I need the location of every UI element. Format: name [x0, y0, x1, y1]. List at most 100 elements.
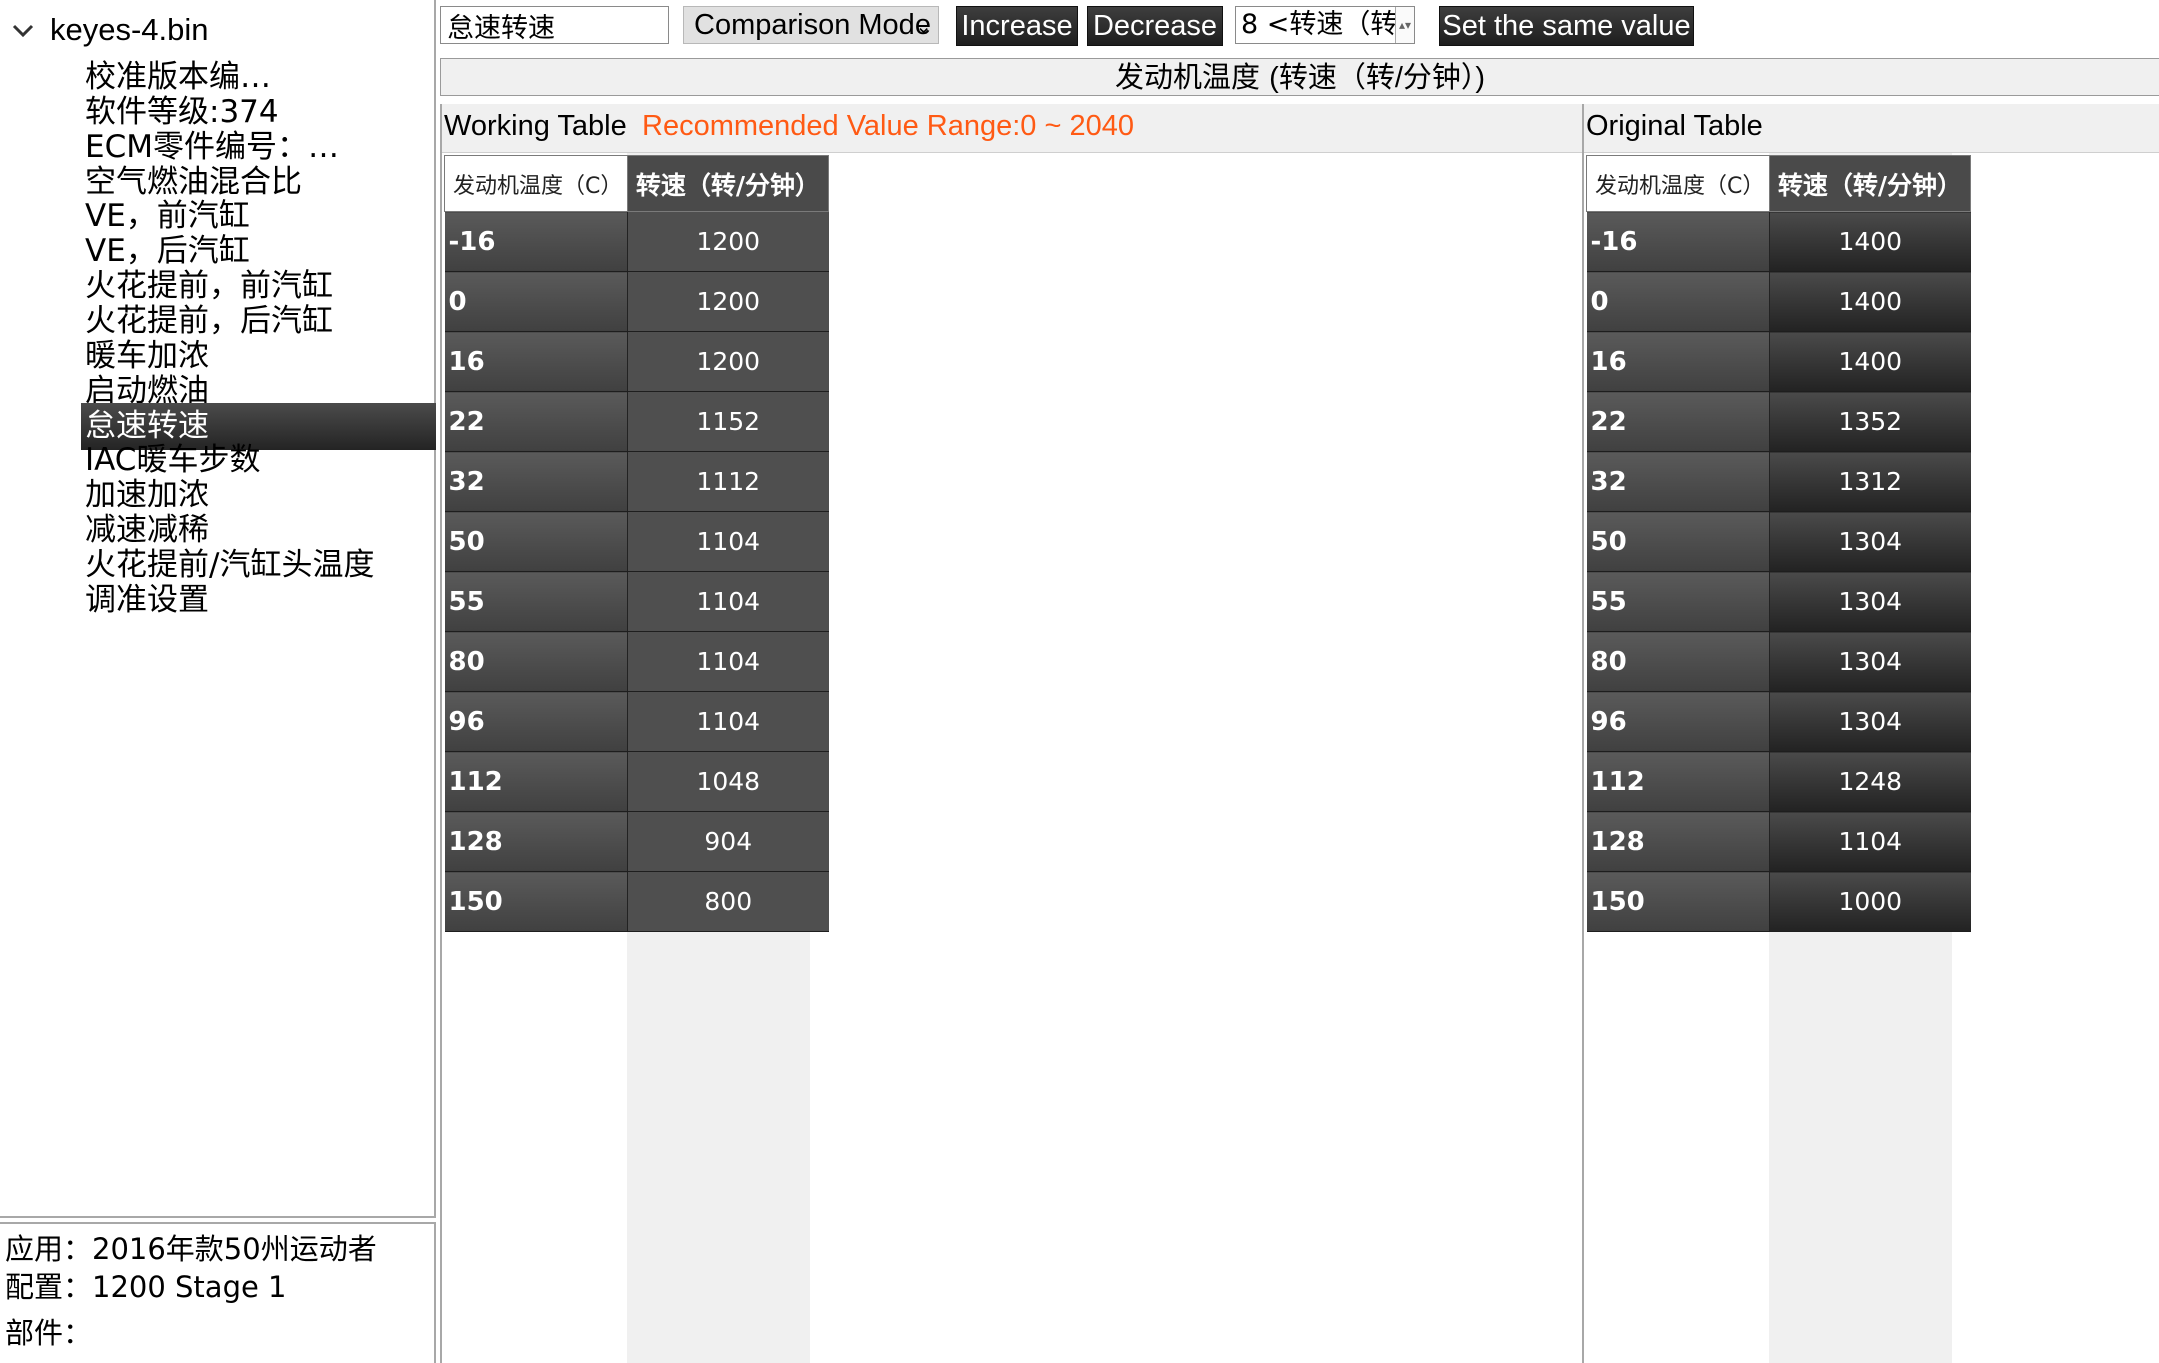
original-table-row: 55 1304	[1586, 571, 1971, 632]
working-value-cell[interactable]: 1104	[627, 511, 829, 572]
working-table-row: 112 1048	[444, 751, 829, 812]
original-table-body: -16 1400 0 1400 16 1400 22 1352 32 1312 50 1304 55 13…	[1586, 211, 1971, 932]
info-panel: 应用：2016年款50州运动者 配置：1200 Stage 1 部件：	[0, 1222, 436, 1363]
original-row-key: 128	[1586, 811, 1770, 872]
original-table: 发动机温度（C） 转速（转/分钟） -16 1400 0 1400 16 1400 22 13…	[1586, 155, 1971, 932]
application-info: 应用：2016年款50州运动者	[5, 1232, 377, 1266]
original-value-cell: 1000	[1769, 871, 1971, 932]
working-value-cell[interactable]: 1112	[627, 451, 829, 512]
mode-dropdown-label: Comparison Mode	[694, 9, 931, 41]
working-value-cell[interactable]: 800	[627, 871, 829, 932]
set-same-value-button[interactable]: Set the same value	[1439, 6, 1694, 46]
adjust-amount-select[interactable]: 8 <转速（转 ▴▾	[1235, 6, 1415, 44]
working-table: 发动机温度（C） 转速（转/分钟） -16 1200 0 1200 16 1200 22 11…	[444, 155, 829, 932]
increase-button[interactable]: Increase	[956, 6, 1078, 46]
original-table-row: 96 1304	[1586, 691, 1971, 752]
original-value-cell: 1400	[1769, 331, 1971, 392]
original-row-key: 80	[1586, 631, 1770, 692]
parts-info: 部件：	[5, 1316, 93, 1350]
table-title-unit: (转速（转/分钟）)	[1269, 62, 1486, 94]
working-row-key: 80	[444, 631, 628, 692]
original-value-column-header: 转速（转/分钟）	[1769, 155, 1971, 212]
chevron-down-icon[interactable]	[8, 15, 38, 45]
working-row-key: -16	[444, 211, 628, 272]
original-table-row: 150 1000	[1586, 871, 1971, 932]
working-row-key: 112	[444, 751, 628, 812]
decrease-button[interactable]: Decrease	[1087, 6, 1223, 46]
working-row-key: 55	[444, 571, 628, 632]
recommended-range-text: Recommended Value Range:0 ~ 2040	[642, 110, 1134, 142]
working-value-cell[interactable]: 1200	[627, 211, 829, 272]
working-table-row: 55 1104	[444, 571, 829, 632]
original-table-row: 22 1352	[1586, 391, 1971, 452]
adjust-amount-value: 8 <转速（转	[1241, 9, 1398, 40]
working-table-row: 150 800	[444, 871, 829, 932]
working-row-key: 16	[444, 331, 628, 392]
working-value-column-header: 转速（转/分钟）	[627, 155, 829, 212]
working-row-key: 96	[444, 691, 628, 752]
working-table-row: 96 1104	[444, 691, 829, 752]
working-table-row: 50 1104	[444, 511, 829, 572]
original-table-row: 32 1312	[1586, 451, 1971, 512]
working-value-cell[interactable]: 1152	[627, 391, 829, 452]
working-table-row: 80 1104	[444, 631, 829, 692]
original-value-cell: 1104	[1769, 811, 1971, 872]
original-table-row: 112 1248	[1586, 751, 1971, 812]
tree-root-node[interactable]: keyes-4.bin	[8, 10, 209, 50]
working-table-row: 32 1112	[444, 451, 829, 512]
original-table-row: 80 1304	[1586, 631, 1971, 692]
working-key-column-header: 发动机温度（C）	[444, 155, 628, 212]
working-value-cell[interactable]: 1104	[627, 691, 829, 752]
original-row-key: 96	[1586, 691, 1770, 752]
working-table-label: Working Table	[444, 110, 627, 142]
original-table-pane: Original Table 发动机温度（C） 转速（转/分钟） -16 1400…	[1582, 104, 2159, 1363]
original-table-header: Original Table	[1584, 104, 2159, 153]
chevron-down-icon: ⌄	[915, 16, 932, 38]
original-row-key: 150	[1586, 871, 1770, 932]
original-row-key: 0	[1586, 271, 1770, 332]
working-value-cell[interactable]: 1200	[627, 331, 829, 392]
original-row-key: 50	[1586, 511, 1770, 572]
working-table-row: 128 904	[444, 811, 829, 872]
working-value-cell[interactable]: 1200	[627, 271, 829, 332]
original-table-row: 128 1104	[1586, 811, 1971, 872]
spinner-arrows-icon[interactable]: ▴▾	[1395, 7, 1414, 43]
tree-root-label: keyes-4.bin	[50, 12, 209, 47]
original-row-key: 22	[1586, 391, 1770, 452]
original-value-cell: 1304	[1769, 631, 1971, 692]
working-row-key: 0	[444, 271, 628, 332]
working-row-key: 50	[444, 511, 628, 572]
working-table-body: -16 1200 0 1200 16 1200 22 1152 32 1112 50 1104 55 11…	[444, 211, 829, 932]
mode-dropdown[interactable]: Comparison Mode ⌄	[683, 6, 939, 44]
original-row-key: 112	[1586, 751, 1770, 812]
working-value-cell[interactable]: 1104	[627, 631, 829, 692]
working-value-cell[interactable]: 1104	[627, 571, 829, 632]
original-value-cell: 1304	[1769, 691, 1971, 752]
working-value-cell[interactable]: 1048	[627, 751, 829, 812]
original-table-row: -16 1400	[1586, 211, 1971, 272]
original-value-cell: 1312	[1769, 451, 1971, 512]
original-value-cell: 1400	[1769, 211, 1971, 272]
original-value-cell: 1352	[1769, 391, 1971, 452]
working-table-row: 0 1200	[444, 271, 829, 332]
working-value-cell[interactable]: 904	[627, 811, 829, 872]
working-row-key: 150	[444, 871, 628, 932]
working-row-key: 128	[444, 811, 628, 872]
original-key-column-header: 发动机温度（C）	[1586, 155, 1770, 212]
table-search-input[interactable]	[440, 6, 669, 44]
tree-item[interactable]: 调准设置	[81, 577, 436, 624]
working-table-pane: Working Table Recommended Value Range:0 …	[440, 104, 1582, 1363]
working-table-row: -16 1200	[444, 211, 829, 272]
table-title-bar: 发动机温度 (转速（转/分钟）)	[440, 58, 2159, 96]
working-table-row: 16 1200	[444, 331, 829, 392]
working-row-key: 22	[444, 391, 628, 452]
original-table-row: 16 1400	[1586, 331, 1971, 392]
original-row-key: 55	[1586, 571, 1770, 632]
table-title-axis: 发动机温度	[1114, 60, 1270, 94]
original-value-cell: 1304	[1769, 571, 1971, 632]
original-row-key: 32	[1586, 451, 1770, 512]
file-tree-panel: keyes-4.bin 校准版本编… 软件等级:374 ECM零件编号：… 空气燃油混…	[0, 0, 436, 1218]
original-value-cell: 1304	[1769, 511, 1971, 572]
working-table-header: Working Table Recommended Value Range:0 …	[442, 104, 1582, 153]
config-info: 配置：1200 Stage 1	[5, 1270, 287, 1304]
